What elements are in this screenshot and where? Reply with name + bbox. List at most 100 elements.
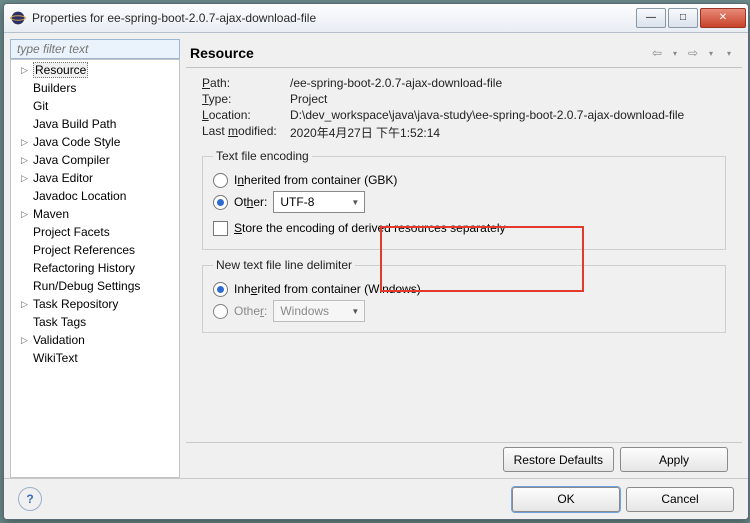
sidebar-item-refactoring-history[interactable]: Refactoring History [13,259,177,277]
help-button[interactable]: ? [18,487,42,511]
category-tree[interactable]: ▷ResourceBuildersGitJava Build Path▷Java… [10,59,180,478]
sidebar-item-java-build-path[interactable]: Java Build Path [13,115,177,133]
sidebar-item-label: Validation [33,333,85,347]
encoding-inherited-label: Inherited from container (GBK) [234,173,397,187]
properties-dialog: Properties for ee-spring-boot-2.0.7-ajax… [3,3,749,520]
expand-icon[interactable]: ▷ [19,65,30,76]
sidebar-item-project-references[interactable]: Project References [13,241,177,259]
location-label: Location: [202,108,290,122]
apply-button[interactable]: Apply [620,447,728,472]
path-label: Path: [202,76,290,90]
sidebar-item-builders[interactable]: Builders [13,79,177,97]
page-title: Resource [190,45,648,61]
chevron-down-icon: ▼ [348,198,362,207]
expand-icon [19,263,30,274]
sidebar-item-label: Task Repository [33,297,118,311]
type-value: Project [290,92,726,106]
forward-button[interactable]: ⇨ [684,44,702,62]
last-modified-value: 2020年4月27日 下午1:52:14 [290,124,726,141]
sidebar-item-label: Project References [33,243,135,257]
store-encoding-checkbox[interactable] [213,221,228,236]
encoding-inherited-radio[interactable] [213,173,228,188]
sidebar-item-java-editor[interactable]: ▷Java Editor [13,169,177,187]
expand-icon[interactable]: ▷ [19,209,30,220]
maximize-button[interactable]: □ [668,8,698,28]
main-panel: Resource ⇦ ▾ ⇨ ▾ ▾ Path: /ee-spring-boot… [186,39,742,478]
path-value: /ee-spring-boot-2.0.7-ajax-download-file [290,76,726,90]
delimiter-other-label: Other: [234,304,267,318]
encoding-legend: Text file encoding [213,149,312,163]
sidebar-item-label: Project Facets [33,225,110,239]
sidebar-item-label: Resource [33,62,88,78]
encoding-group: Text file encoding Inherited from contai… [202,149,726,250]
expand-icon [19,281,30,292]
expand-icon[interactable]: ▷ [19,173,30,184]
expand-icon[interactable]: ▷ [19,155,30,166]
location-value: D:\dev_workspace\java\java-study\ee-spri… [290,108,726,122]
sidebar-item-wikitext[interactable]: WikiText [13,349,177,367]
sidebar-item-validation[interactable]: ▷Validation [13,331,177,349]
window-title: Properties for ee-spring-boot-2.0.7-ajax… [32,11,636,25]
sidebar-item-label: Refactoring History [33,261,135,275]
encoding-other-label: Other: [234,195,267,209]
restore-defaults-button[interactable]: Restore Defaults [503,447,614,472]
delimiter-inherited-radio[interactable] [213,282,228,297]
delimiter-other-radio[interactable] [213,304,228,319]
back-menu-icon[interactable]: ▾ [666,44,684,62]
sidebar-item-java-code-style[interactable]: ▷Java Code Style [13,133,177,151]
expand-icon [19,245,30,256]
store-encoding-label: Store the encoding of derived resources … [234,221,506,235]
sidebar-item-task-repository[interactable]: ▷Task Repository [13,295,177,313]
back-button[interactable]: ⇦ [648,44,666,62]
delimiter-combo-value: Windows [280,304,348,318]
eclipse-icon [10,10,26,26]
sidebar-item-run-debug-settings[interactable]: Run/Debug Settings [13,277,177,295]
expand-icon [19,227,30,238]
sidebar-item-label: Git [33,99,48,113]
sidebar-item-task-tags[interactable]: Task Tags [13,313,177,331]
delimiter-combo: Windows ▼ [273,300,365,322]
encoding-combo[interactable]: UTF-8 ▼ [273,191,365,213]
delimiter-group: New text file line delimiter Inherited f… [202,258,726,333]
sidebar-item-maven[interactable]: ▷Maven [13,205,177,223]
encoding-other-radio[interactable] [213,195,228,210]
expand-icon [19,101,30,112]
expand-icon [19,83,30,94]
sidebar-item-java-compiler[interactable]: ▷Java Compiler [13,151,177,169]
sidebar-item-label: Javadoc Location [33,189,126,203]
last-modified-label: Last modified: [202,124,290,141]
titlebar[interactable]: Properties for ee-spring-boot-2.0.7-ajax… [4,4,748,33]
sidebar-item-git[interactable]: Git [13,97,177,115]
sidebar-item-javadoc-location[interactable]: Javadoc Location [13,187,177,205]
sidebar-item-label: Builders [33,81,76,95]
footer: ? OK Cancel [4,478,748,519]
sidebar-item-label: Task Tags [33,315,86,329]
expand-icon [19,191,30,202]
expand-icon [19,353,30,364]
view-menu-icon[interactable]: ▾ [720,44,738,62]
sidebar-item-project-facets[interactable]: Project Facets [13,223,177,241]
expand-icon [19,119,30,130]
type-label: Type: [202,92,290,106]
expand-icon[interactable]: ▷ [19,137,30,148]
delimiter-inherited-label: Inherited from container (Windows) [234,282,421,296]
sidebar-item-label: Java Editor [33,171,93,185]
encoding-combo-value: UTF-8 [280,195,348,209]
close-button[interactable]: ✕ [700,8,746,28]
sidebar-item-label: Run/Debug Settings [33,279,140,293]
expand-icon[interactable]: ▷ [19,299,30,310]
sidebar: ▷ResourceBuildersGitJava Build Path▷Java… [10,39,180,478]
filter-box[interactable] [10,39,180,59]
sidebar-item-label: Java Code Style [33,135,120,149]
cancel-button[interactable]: Cancel [626,487,734,512]
delimiter-legend: New text file line delimiter [213,258,355,272]
minimize-button[interactable]: — [636,8,666,28]
expand-icon [19,317,30,328]
ok-button[interactable]: OK [512,487,620,512]
sidebar-item-label: Maven [33,207,69,221]
sidebar-item-label: Java Build Path [33,117,116,131]
filter-input[interactable] [15,41,179,57]
expand-icon[interactable]: ▷ [19,335,30,346]
sidebar-item-resource[interactable]: ▷Resource [13,61,177,79]
forward-menu-icon[interactable]: ▾ [702,44,720,62]
